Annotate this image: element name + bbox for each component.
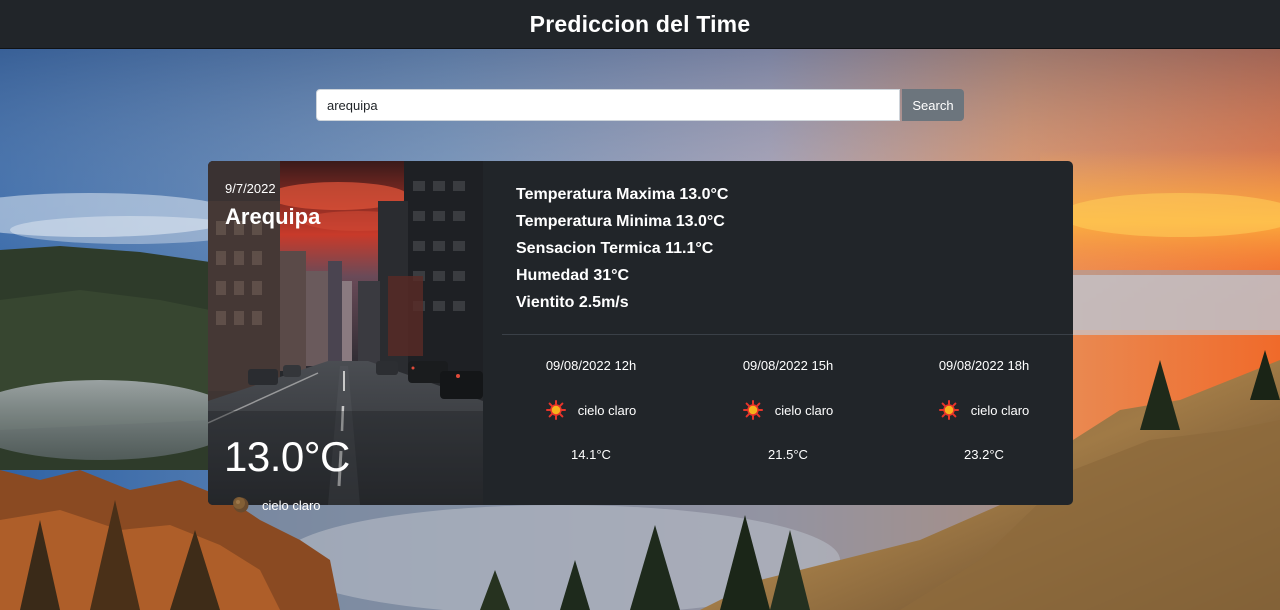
forecast-time: 09/08/2022 18h	[938, 358, 1030, 373]
forecast-condition-label: cielo claro	[774, 402, 834, 418]
forecast-list: 09/08/2022 12h cielo claro 14.1°C 09/08/…	[483, 357, 1073, 477]
search-input[interactable]	[316, 89, 900, 121]
sun-icon	[545, 400, 566, 420]
forecast-item: 09/08/2022 15h cielo claro 21.5°C	[690, 357, 886, 464]
page: Prediccion del Time Search	[0, 0, 1280, 610]
navbar: Prediccion del Time	[0, 0, 1280, 49]
forecast-condition-label: cielo claro	[577, 402, 637, 418]
app-title: Prediccion del Time	[529, 10, 751, 37]
stats-list: Temperatura Maxima 13.0°C Temperatura Mi…	[516, 181, 728, 316]
divider	[502, 334, 1073, 335]
search-button[interactable]: Search	[902, 89, 964, 121]
forecast-item: 09/08/2022 18h cielo claro 23.2°C	[886, 357, 1073, 464]
forecast-condition-label: cielo claro	[970, 402, 1030, 418]
forecast-temp: 14.1°C	[571, 447, 611, 462]
current-temperature: 13.0°C	[224, 433, 350, 480]
clear-sky-icon	[233, 497, 249, 513]
stat-humidity: Humedad 31°C	[516, 267, 630, 284]
sun-icon	[742, 400, 763, 420]
stat-feels-like: Sensacion Termica 11.1°C	[516, 240, 714, 257]
stat-min-temp: Temperatura Minima 13.0°C	[516, 213, 725, 230]
forecast-condition: cielo claro	[886, 399, 1073, 421]
stat-wind: Vientito 2.5m/s	[516, 294, 629, 311]
current-date: 9/7/2022	[225, 181, 276, 196]
forecast-time: 09/08/2022 12h	[545, 358, 637, 373]
forecast-condition: cielo claro	[493, 399, 689, 421]
stat-max-temp: Temperatura Maxima 13.0°C	[516, 186, 729, 203]
search-bar: Search	[316, 89, 964, 121]
forecast-temp: 23.2°C	[964, 447, 1004, 462]
forecast-item: 09/08/2022 12h cielo claro 14.1°C	[493, 357, 689, 464]
current-condition: cielo claro	[232, 496, 321, 514]
city-name: Arequipa	[225, 204, 321, 229]
sun-icon	[938, 400, 959, 420]
forecast-temp: 21.5°C	[768, 447, 808, 462]
forecast-condition: cielo claro	[690, 399, 886, 421]
weather-details: Temperatura Maxima 13.0°C Temperatura Mi…	[483, 161, 1073, 505]
weather-card: 9/7/2022 Arequipa 13.0°C Temperatura Max…	[208, 161, 1073, 505]
current-condition-label: cielo claro	[262, 497, 321, 513]
city-panel: 9/7/2022 Arequipa 13.0°C	[208, 161, 483, 505]
forecast-time: 09/08/2022 15h	[742, 358, 834, 373]
